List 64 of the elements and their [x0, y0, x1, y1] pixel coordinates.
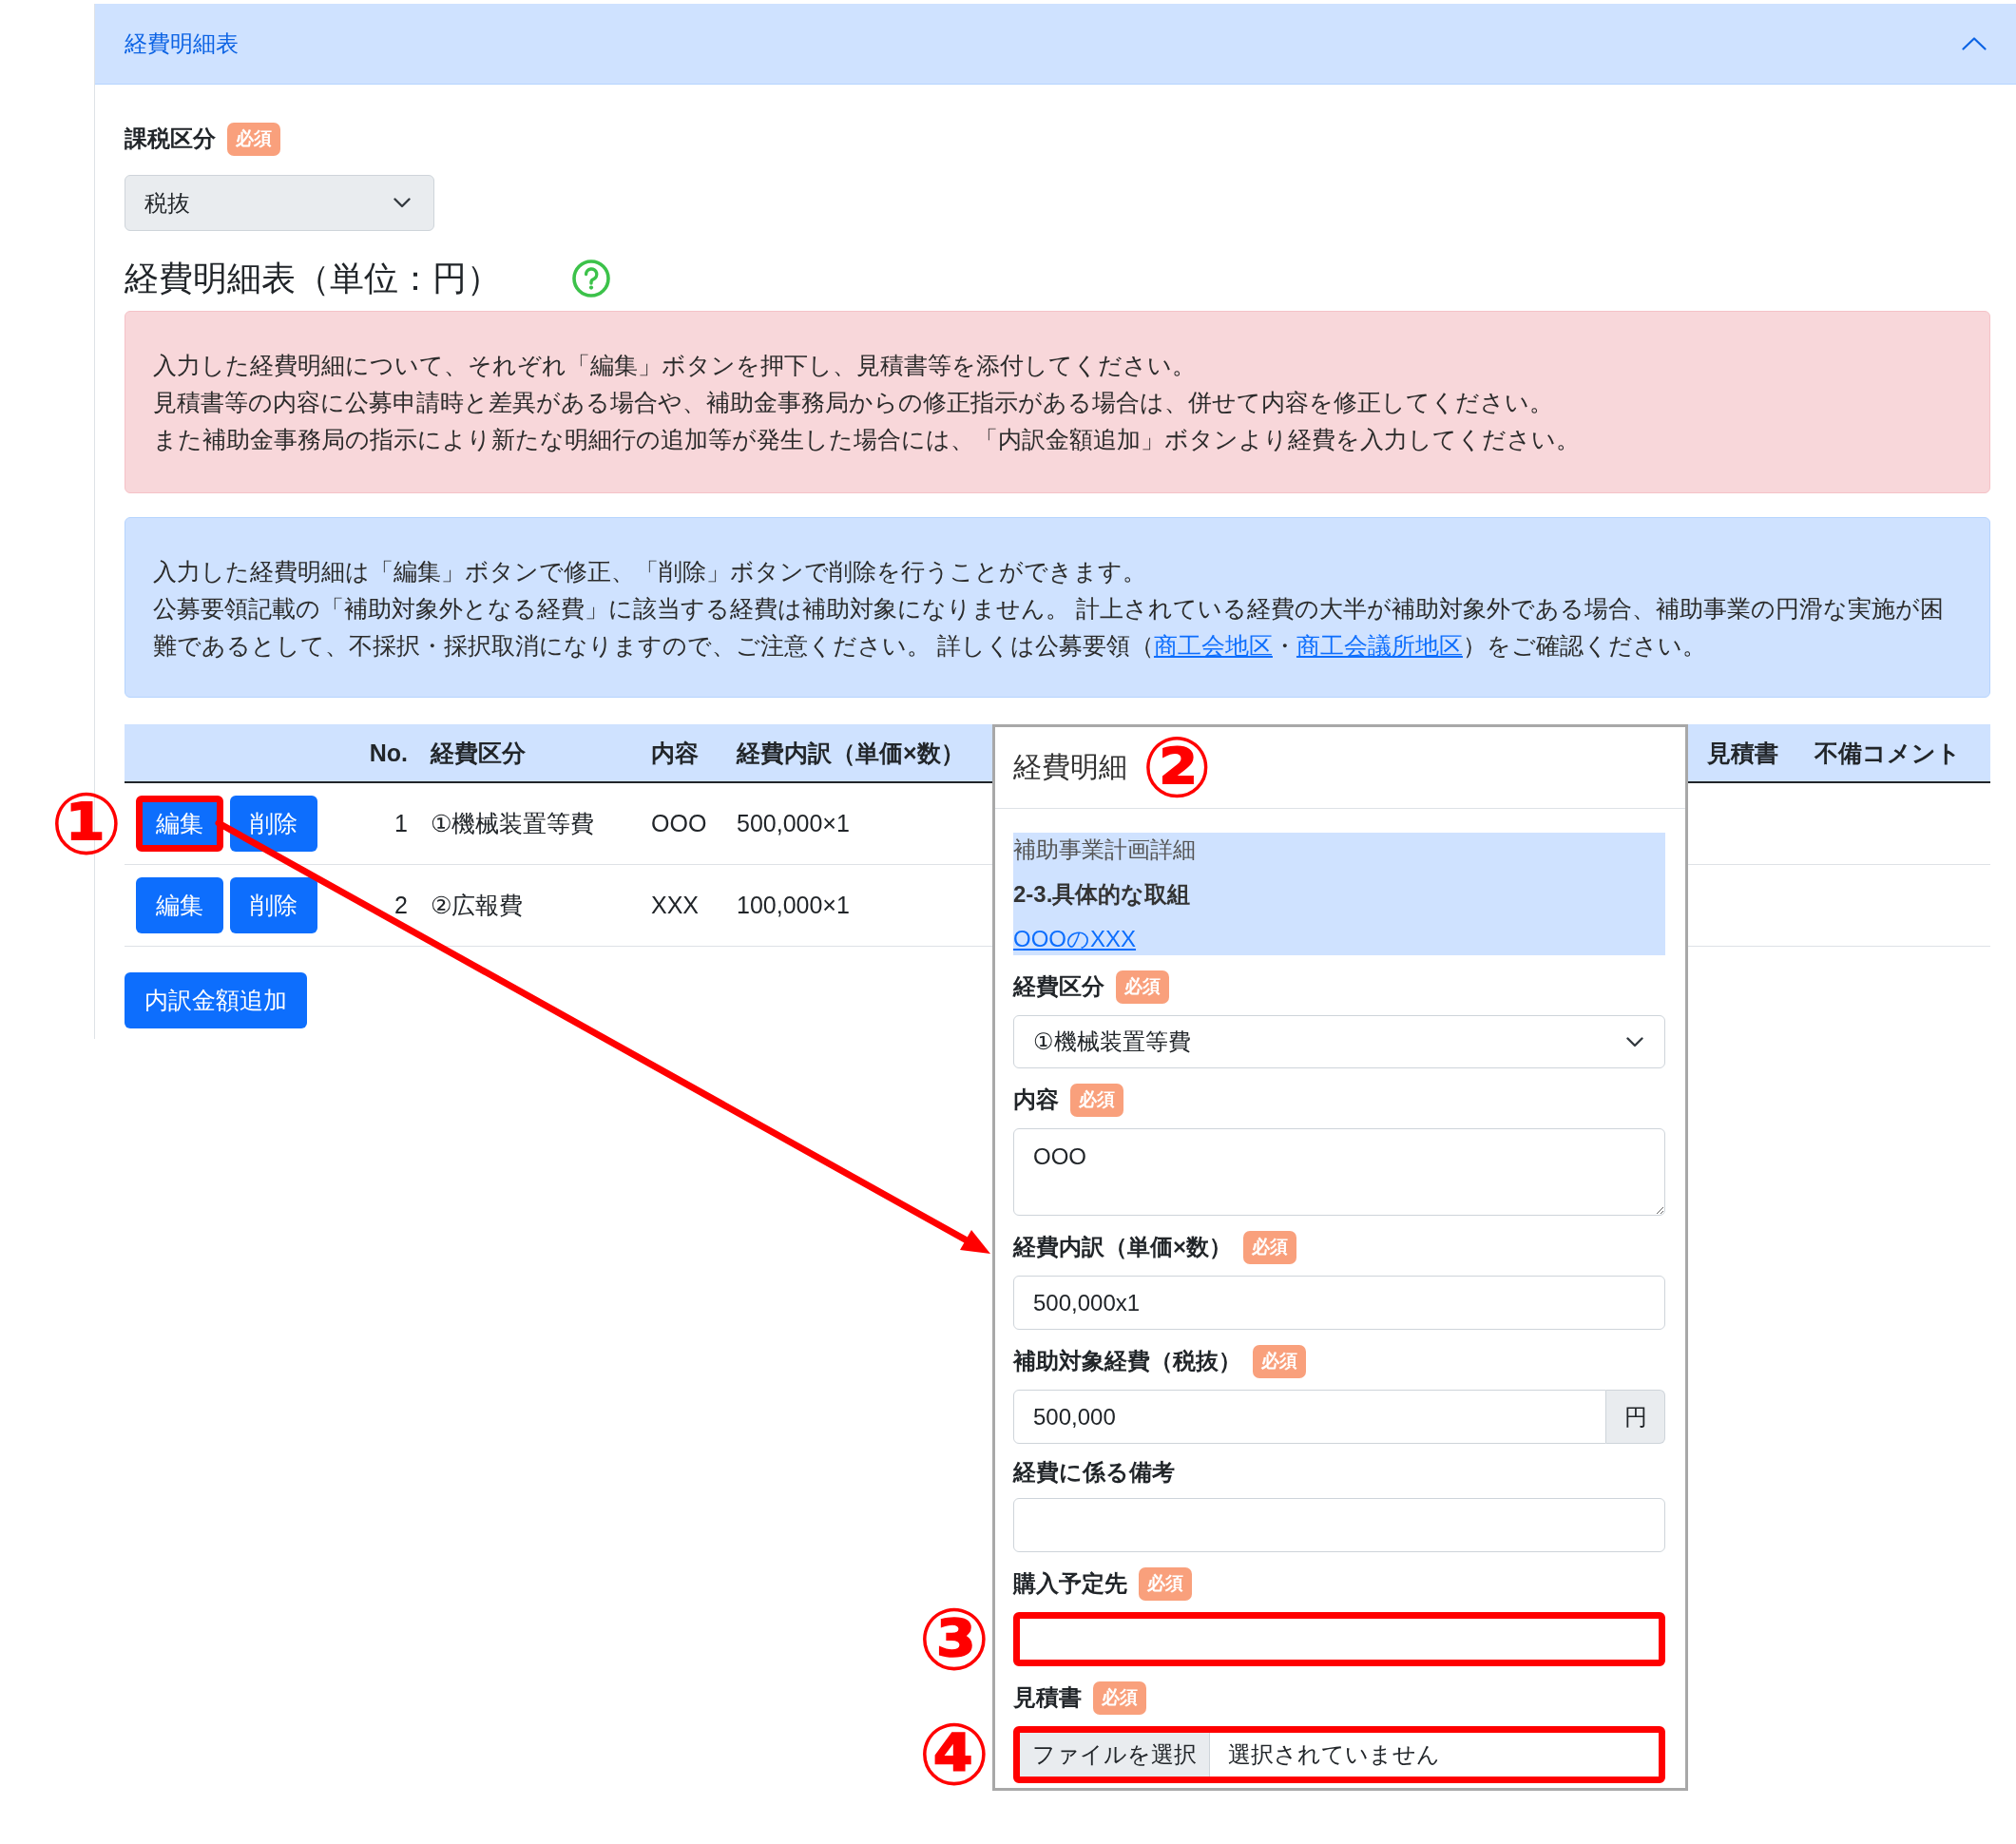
select-field[interactable]: 税抜 — [125, 175, 434, 231]
required-badge: 必須 — [1070, 1083, 1123, 1117]
plan-caption: 補助事業計画詳細 — [1013, 836, 1196, 864]
area-link[interactable]: 商工会議所地区 — [1296, 632, 1463, 659]
unit-addon: 円 — [1606, 1390, 1665, 1444]
dialog-title: 経費明細 — [1013, 750, 1127, 784]
field-label: 経費に係る備考 — [1013, 1458, 1175, 1487]
required-badge: 必須 — [1139, 1566, 1192, 1601]
table-cell-text: 500,000×1 — [736, 810, 851, 837]
section-title: 経費明細表（単位：円） — [125, 258, 501, 299]
step-number-marker: ③ — [917, 1596, 990, 1682]
table-cell-text: ①機械装置等費 — [430, 809, 596, 838]
column-header: 不備コメント — [1813, 738, 1962, 768]
alert-text: 入力した経費明細について、それぞれ「編集」ボタンを押下し、見積書等を添付してください。 — [153, 351, 1197, 380]
step-number-marker: ② — [1142, 725, 1213, 810]
column-header: 経費区分 — [429, 738, 527, 768]
area-link[interactable]: 商工会地区 — [1153, 632, 1273, 659]
column-header: 見積書 — [1706, 738, 1779, 768]
file-input-field[interactable]: ファイルを選択 選択されていません — [1013, 1726, 1665, 1783]
chevron-down-icon — [1626, 1036, 1643, 1047]
step-number-marker: ① — [49, 780, 123, 867]
delete-button[interactable]: 削除 — [230, 796, 317, 852]
input-field[interactable]: 500,000x1 — [1013, 1276, 1665, 1330]
required-badge: 必須 — [1253, 1344, 1306, 1378]
alert-text: また補助金事務局の指示により新たな明細行の追加等が発生した場合には、「内訳金額追加」ボタンより経費を入力してください。 — [153, 425, 1581, 454]
input-field[interactable]: 500,000 — [1013, 1390, 1606, 1444]
required-badge: 必須 — [1243, 1230, 1296, 1264]
input-field[interactable] — [1013, 1612, 1665, 1666]
table-cell-text: 1 — [394, 810, 409, 837]
alert-text: 公募要領記載の「補助対象外となる経費」に該当する経費は補助対象になりません。 計上されている経費の大半が補助対象外である場合、補助事業の円滑な実施が困難であるとして、不採択・採択取消になりますので、ご注意ください。 詳しくは公募要領（商工会地区・商工会議所地区）をご確認ください。 — [153, 594, 1945, 661]
alert-text: 見積書等の内容に公募申請時と差異がある場合や、補助金事務局からの修正指示がある場合は、併せて内容を修正してください。 — [153, 388, 1554, 417]
alert-text: 入力した経費明細は「編集」ボタンで修正、「削除」ボタンで削除を行うことができます。 — [153, 557, 1147, 586]
column-header: 経費内訳（単価×数） — [735, 738, 966, 768]
plan-heading: 2-3.具体的な取組 — [1013, 880, 1191, 909]
add-button[interactable]: 内訳金額追加 — [125, 972, 307, 1028]
required-badge: 必須 — [1116, 970, 1169, 1004]
column-header: No. — [368, 739, 409, 767]
edit-button[interactable]: 編集 — [136, 877, 223, 933]
chevron-down-icon — [394, 198, 411, 208]
table-cell-text: OOO — [650, 810, 708, 837]
column-header: 内容 — [650, 738, 700, 768]
textarea-field[interactable]: OOO — [1013, 1128, 1665, 1216]
table-cell-text: XXX — [650, 892, 701, 919]
delete-button[interactable]: 削除 — [230, 877, 317, 933]
file-status-text: 選択されていません — [1227, 1740, 1441, 1769]
table-cell-text: ②広報費 — [430, 891, 525, 920]
edit-button[interactable]: 編集 — [136, 796, 223, 852]
plan-link[interactable]: OOOのXXX — [1013, 922, 1137, 955]
table-cell-text: 100,000×1 — [736, 892, 851, 919]
field-label: 内容 — [1013, 1085, 1059, 1114]
help-icon[interactable] — [572, 259, 610, 298]
accordion-header[interactable]: 経費明細表 — [95, 4, 2016, 85]
required-badge: 必須 — [1093, 1681, 1146, 1715]
field-label: 経費内訳（単価×数） — [1013, 1233, 1232, 1261]
field-label: 補助対象経費（税抜） — [1013, 1347, 1241, 1375]
choose-file-button[interactable]: ファイルを選択 — [1020, 1733, 1210, 1777]
field-label: 課税区分 — [125, 125, 216, 153]
required-badge: 必須 — [227, 122, 280, 156]
field-label: 経費区分 — [1013, 972, 1104, 1001]
table-cell-text: 2 — [394, 892, 409, 919]
field-label: 購入予定先 — [1013, 1569, 1127, 1598]
step-number-marker: ④ — [917, 1712, 990, 1797]
select-field[interactable]: ①機械装置等費 — [1013, 1015, 1665, 1068]
field-label: 見積書 — [1013, 1683, 1082, 1712]
